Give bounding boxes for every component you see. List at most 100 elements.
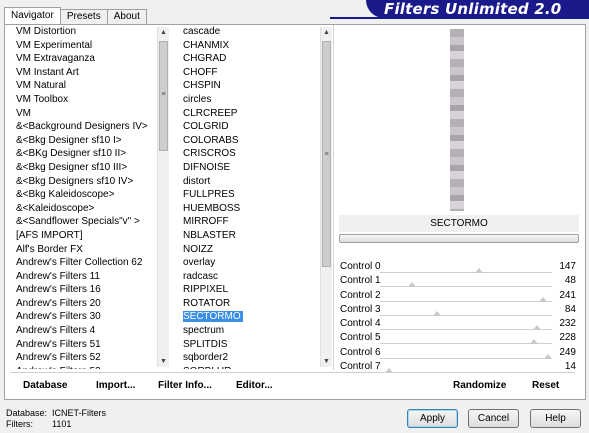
slider-thumb[interactable] [543,353,552,359]
category-item[interactable]: Andrew's Filters 4 [16,324,156,338]
filter-item[interactable]: distort [183,175,319,189]
slider-thumb[interactable] [475,268,484,273]
slider-thumb[interactable] [408,282,417,288]
category-scroll-thumb[interactable]: ≡ [159,41,168,151]
category-item[interactable]: Andrew's Filters 20 [16,297,156,311]
filter-scrollbar[interactable]: ▲ ≡ ▼ [320,27,332,367]
filter-item[interactable]: COLGRID [183,120,319,134]
category-item[interactable]: &<Background Designers IV> [16,120,156,134]
filter-item[interactable]: spectrum [183,324,319,338]
control-slider-row[interactable]: Control 4 232 [340,317,578,331]
category-item[interactable]: Andrew's Filters 51 [16,338,156,352]
slider-track[interactable] [380,286,552,288]
category-item[interactable]: Andrew's Filters 16 [16,283,156,297]
filter-item[interactable]: FULLPRES [183,188,319,202]
filter-item[interactable]: RIPPIXEL [183,283,319,297]
filter-item[interactable]: NBLASTER [183,229,319,243]
category-item[interactable]: Andrew's Filter Collection 62 [16,256,156,270]
slider-track[interactable] [380,329,552,331]
filter-info-button[interactable]: Filter Info... [158,380,212,391]
control-slider-row[interactable]: Control 6 249 [340,346,578,360]
filter-item[interactable]: SECTORMO [183,310,319,324]
filter-item[interactable]: HUEMBOSS [183,202,319,216]
slider-thumb[interactable] [529,339,538,345]
category-item[interactable]: Alf's Border FX [16,243,156,257]
category-item[interactable]: &<Bkg Designer sf10 III> [16,161,156,175]
filter-item[interactable]: COLORABS [183,134,319,148]
control-value: 84 [564,303,576,315]
filter-scroll-thumb[interactable]: ≡ [322,41,331,267]
filter-list[interactable]: cascade CHANMIX CHGRAD CHOFF CHSPIN circles CL… [183,25,319,369]
category-item[interactable]: Andrew's Filters 52 [16,351,156,365]
category-item[interactable]: VM [16,107,156,121]
control-slider-row[interactable]: Control 2 241 [340,289,578,303]
category-item[interactable]: VM Distortion [16,25,156,39]
filter-item[interactable]: CHANMIX [183,39,319,53]
scroll-down-icon[interactable]: ▼ [321,356,332,367]
filter-item[interactable]: CHGRAD [183,52,319,66]
category-item[interactable]: &<BKg Designer sf10 II> [16,147,156,161]
slider-track[interactable] [380,300,552,302]
filter-item[interactable]: SQRBLUR [183,365,319,369]
category-item[interactable]: VM Instant Art [16,66,156,80]
scroll-up-icon[interactable]: ▲ [158,27,169,38]
filter-item[interactable]: MIRROFF [183,215,319,229]
control-label: Control 3 [340,303,381,315]
filter-item[interactable]: SPLITDIS [183,338,319,352]
slider-track[interactable] [380,357,552,359]
category-item[interactable]: Andrew's Filters 11 [16,270,156,284]
category-list[interactable]: VM Distortion VM Experimental VM Extravaga… [16,25,156,369]
filter-item[interactable]: NOIZZ [183,243,319,257]
database-info: Database: ICNET-Filters Filters: 1101 [6,408,106,430]
category-item[interactable]: Andrew's Filters 30 [16,310,156,324]
filter-item[interactable]: cascade [183,25,319,39]
slider-track[interactable] [380,343,552,345]
filter-item[interactable]: ROTATOR [183,297,319,311]
help-button[interactable]: Help [530,409,581,428]
filter-item[interactable]: CLRCREEP [183,107,319,121]
category-item[interactable]: VM Toolbox [16,93,156,107]
slider-track[interactable] [380,272,552,273]
slider-thumb[interactable] [432,310,441,316]
category-item[interactable]: &<Kaleidoscope> [16,202,156,216]
database-button[interactable]: Database [23,380,67,391]
tab-presets[interactable]: Presets [59,9,108,24]
category-item[interactable]: &<Bkg Designer sf10 I> [16,134,156,148]
filter-item[interactable]: overlay [183,256,319,270]
category-scrollbar[interactable]: ▲ ≡ ▼ [157,27,169,367]
control-slider-row[interactable]: Control 3 84 [340,303,578,317]
tab-navigator[interactable]: Navigator [4,7,61,24]
scroll-up-icon[interactable]: ▲ [321,27,332,38]
cancel-button[interactable]: Cancel [468,409,519,428]
category-item[interactable]: VM Experimental [16,39,156,53]
category-item[interactable]: Andrew's Filters 53 [16,365,156,369]
randomize-button[interactable]: Randomize [453,380,506,391]
slider-thumb[interactable] [532,325,541,331]
filter-item[interactable]: CHSPIN [183,79,319,93]
reset-button[interactable]: Reset [532,380,559,391]
category-item[interactable]: VM Extravaganza [16,52,156,66]
apply-button[interactable]: Apply [407,409,458,428]
tab-about[interactable]: About [106,9,147,24]
control-slider-row[interactable]: Control 0 147 [340,260,578,274]
editor-button[interactable]: Editor... [236,380,273,391]
control-label: Control 1 [340,275,381,287]
scroll-down-icon[interactable]: ▼ [158,356,169,367]
filter-item[interactable]: radcasc [183,270,319,284]
filter-item[interactable]: sqborder2 [183,351,319,365]
category-item[interactable]: &<Sandflower Specials"v" > [16,215,156,229]
category-item[interactable]: &<Bkg Kaleidoscope> [16,188,156,202]
import-button[interactable]: Import... [96,380,135,391]
control-slider-row[interactable]: Control 1 48 [340,274,578,288]
category-item[interactable]: &<Bkg Designers sf10 IV> [16,175,156,189]
slider-track[interactable] [380,314,552,316]
filter-item[interactable]: circles [183,93,319,107]
filter-item[interactable]: DIFNOISE [183,161,319,175]
category-item[interactable]: [AFS IMPORT] [16,229,156,243]
filter-item[interactable]: CHOFF [183,66,319,80]
control-slider-row[interactable]: Control 5 228 [340,331,578,345]
control-value: 232 [559,318,576,330]
category-item[interactable]: VM Natural [16,79,156,93]
filter-item[interactable]: CRISCROS [183,147,319,161]
slider-thumb[interactable] [538,296,547,302]
